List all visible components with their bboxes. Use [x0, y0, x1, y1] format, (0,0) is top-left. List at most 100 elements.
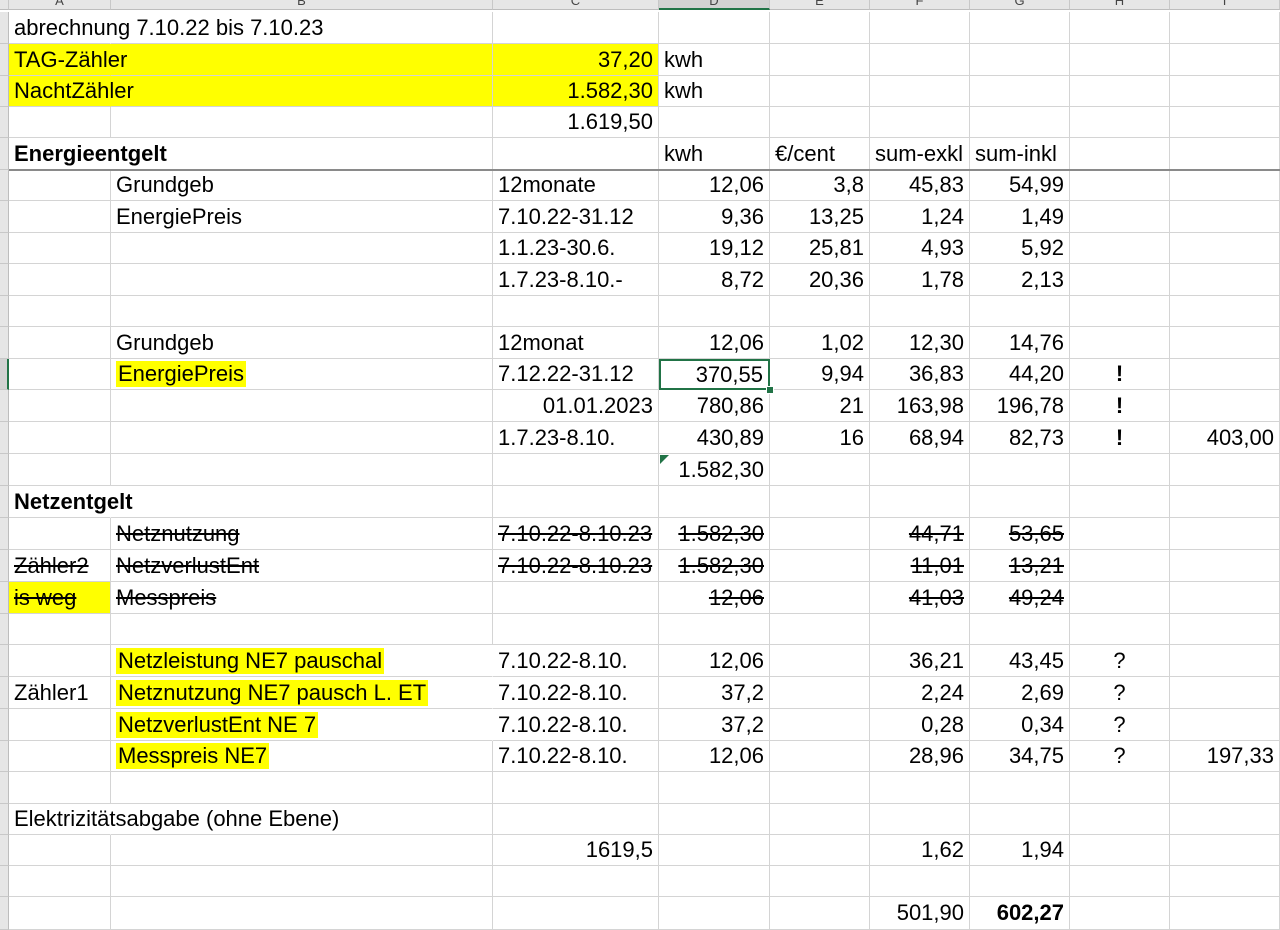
cell[interactable]: EnergiePreis [111, 359, 493, 390]
cell[interactable] [493, 296, 659, 327]
cell[interactable] [1070, 454, 1170, 486]
column-header-d[interactable]: D [659, 0, 770, 10]
cell[interactable] [1170, 12, 1280, 44]
cell[interactable]: 9,94 [770, 359, 870, 390]
cell[interactable] [770, 486, 870, 518]
cell[interactable]: 163,98 [870, 390, 970, 422]
cell[interactable] [1170, 866, 1280, 897]
cell[interactable]: sum-exkl [870, 138, 970, 170]
cell[interactable]: 430,89 [659, 422, 770, 454]
cell[interactable]: 197,33 [1170, 741, 1280, 772]
cell[interactable] [659, 296, 770, 327]
row-header[interactable] [0, 550, 9, 582]
cell[interactable] [111, 138, 493, 170]
cell[interactable]: Messpreis NE7 [111, 741, 493, 772]
cell[interactable]: 3,8 [770, 170, 870, 201]
cell[interactable]: 1.1.23-30.6. [493, 233, 659, 264]
cell[interactable] [1170, 835, 1280, 866]
cell[interactable] [1070, 296, 1170, 327]
cell[interactable] [1070, 582, 1170, 614]
cell[interactable] [659, 772, 770, 804]
cell[interactable] [1170, 772, 1280, 804]
cell[interactable]: 5,92 [970, 233, 1070, 264]
cell[interactable] [1170, 44, 1280, 76]
cell[interactable] [870, 614, 970, 645]
row-header[interactable] [0, 170, 9, 201]
cell[interactable] [1170, 264, 1280, 296]
cell[interactable]: ? [1070, 709, 1170, 741]
cell[interactable] [9, 296, 111, 327]
cell[interactable] [970, 107, 1070, 138]
cell[interactable] [111, 614, 493, 645]
cell[interactable]: 2,13 [970, 264, 1070, 296]
cell[interactable] [659, 835, 770, 866]
cell[interactable] [1170, 107, 1280, 138]
cell[interactable] [1170, 296, 1280, 327]
cell[interactable] [9, 170, 111, 201]
cell[interactable]: kwh [659, 76, 770, 107]
cell[interactable]: 1.619,50 [493, 107, 659, 138]
cell[interactable] [870, 107, 970, 138]
cell[interactable]: 602,27 [970, 897, 1070, 930]
cell[interactable] [9, 866, 111, 897]
cell[interactable] [1070, 44, 1170, 76]
cell[interactable] [1070, 264, 1170, 296]
cell[interactable]: Energieentgelt [9, 138, 167, 170]
cell[interactable] [1170, 804, 1280, 835]
column-header-g[interactable]: G [970, 0, 1070, 10]
cell[interactable]: 12,06 [659, 582, 770, 614]
cell[interactable] [493, 454, 659, 486]
cell[interactable] [1070, 327, 1170, 359]
cell[interactable] [1070, 107, 1170, 138]
cell[interactable] [111, 296, 493, 327]
cell[interactable] [111, 107, 493, 138]
cell[interactable] [770, 107, 870, 138]
cell[interactable] [9, 359, 111, 390]
cell[interactable]: 54,99 [970, 170, 1070, 201]
cell[interactable]: kwh [659, 44, 770, 76]
cell[interactable]: Grundgeb [111, 170, 493, 201]
cell[interactable] [493, 582, 659, 614]
cell[interactable]: 53,65 [970, 518, 1070, 550]
row-header[interactable] [0, 486, 9, 518]
cell[interactable] [1170, 645, 1280, 677]
row-header[interactable] [0, 518, 9, 550]
cell[interactable] [770, 804, 870, 835]
cell[interactable]: 1619,5 [493, 835, 659, 866]
cell[interactable] [493, 804, 659, 835]
active-cell[interactable]: 370,55 [659, 359, 770, 390]
cell[interactable] [970, 12, 1070, 44]
cell[interactable] [1070, 138, 1170, 170]
row-header[interactable] [0, 454, 9, 486]
cell[interactable] [659, 614, 770, 645]
cell[interactable] [1170, 709, 1280, 741]
cell[interactable] [770, 772, 870, 804]
cell[interactable] [9, 264, 111, 296]
row-header[interactable] [0, 614, 9, 645]
cell[interactable] [870, 772, 970, 804]
cell[interactable]: 9,36 [659, 201, 770, 233]
cell[interactable]: 19,12 [659, 233, 770, 264]
cell[interactable]: 13,25 [770, 201, 870, 233]
cell[interactable] [9, 327, 111, 359]
cell[interactable]: Elektrizitätsabgabe (ohne Ebene) [9, 804, 339, 835]
cell[interactable] [770, 44, 870, 76]
cell[interactable] [493, 486, 659, 518]
cell[interactable] [111, 233, 493, 264]
row-header[interactable] [0, 866, 9, 897]
cell[interactable]: Netzleistung NE7 pauschal [111, 645, 493, 677]
cell[interactable]: Netznutzung NE7 pausch L. ET [111, 677, 493, 709]
cell[interactable] [1070, 866, 1170, 897]
row-header[interactable] [0, 76, 9, 107]
cell[interactable]: 2,69 [970, 677, 1070, 709]
cell[interactable] [9, 897, 111, 930]
cell[interactable] [1070, 170, 1170, 201]
cell[interactable]: 7.10.22-8.10. [493, 677, 659, 709]
cell[interactable]: 501,90 [870, 897, 970, 930]
cell[interactable] [9, 709, 111, 741]
cell[interactable] [770, 454, 870, 486]
cell[interactable] [493, 897, 659, 930]
cell[interactable]: 12,06 [659, 170, 770, 201]
cell[interactable]: EnergiePreis [111, 201, 493, 233]
cell[interactable]: 12,06 [659, 741, 770, 772]
